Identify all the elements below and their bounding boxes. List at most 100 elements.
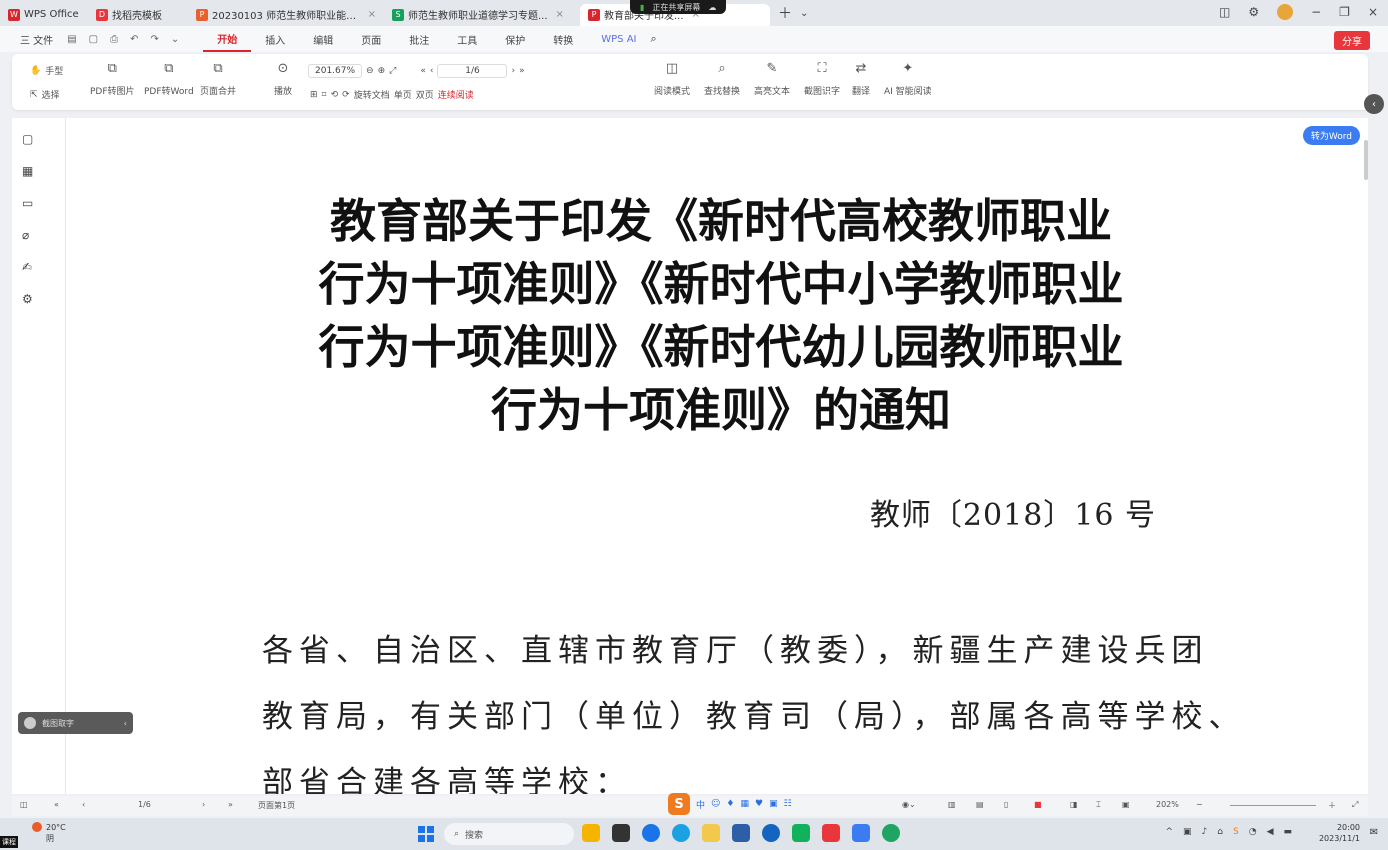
ime-keyboard-icon[interactable]: ▦	[740, 799, 749, 809]
chevron-down-icon[interactable]: ⌄	[171, 34, 179, 45]
rotate-right-icon[interactable]: ⟳	[342, 90, 350, 100]
windows-start-icon[interactable]	[418, 826, 434, 842]
tab-ppt-file[interactable]: P 20230103 师范生教师职业能力训练... ×	[188, 4, 384, 26]
double-view-icon[interactable]: ▤	[976, 800, 984, 809]
zoom-in-icon[interactable]: ＋	[1328, 800, 1336, 811]
menu-tools[interactable]: 工具	[443, 26, 491, 52]
book-view-icon[interactable]: ▯	[1004, 800, 1008, 809]
sogou-tray-icon[interactable]: S	[1233, 827, 1239, 837]
sogou-ime-icon[interactable]: S	[668, 793, 690, 815]
screen-share-indicator[interactable]: ▮ 正在共享屏幕 ☁	[630, 0, 727, 14]
app-blue-icon[interactable]	[762, 824, 780, 842]
ai-read-button[interactable]: ✦ AI 智能阅读	[884, 62, 932, 98]
rotate-left-icon[interactable]: ⟲	[331, 90, 339, 100]
menu-annotate[interactable]: 批注	[395, 26, 443, 52]
double-page-button[interactable]: 双页	[416, 88, 434, 101]
fit-page-icon[interactable]: ⤢	[389, 66, 396, 76]
chevron-up-icon[interactable]: ^	[1165, 827, 1173, 837]
translate-button[interactable]: ⇄ 翻译	[852, 62, 870, 98]
convert-to-word-button[interactable]: 转为Word	[1302, 126, 1360, 145]
notification-icon[interactable]: ✉	[1370, 827, 1378, 838]
last-page-icon[interactable]: »	[519, 66, 525, 76]
battery-icon[interactable]: ▬	[1283, 827, 1292, 837]
layout-icon[interactable]: ◫	[1219, 5, 1230, 19]
menu-edit[interactable]: 编辑	[299, 26, 347, 52]
file-explorer-icon[interactable]	[702, 824, 720, 842]
settings-icon[interactable]: ⚙	[22, 292, 33, 306]
task-view-icon[interactable]	[612, 824, 630, 842]
chevron-left-icon[interactable]: ‹	[124, 719, 127, 728]
ime-voice-icon[interactable]: ♦	[726, 799, 734, 809]
menu-insert[interactable]: 插入	[251, 26, 299, 52]
continuous-read-button[interactable]: 连续阅读	[438, 88, 474, 101]
app-green-icon[interactable]	[882, 824, 900, 842]
save-icon[interactable]: ▤	[67, 34, 76, 45]
share-button[interactable]: 分享	[1334, 31, 1370, 50]
print-icon[interactable]: ⎙	[110, 34, 118, 45]
fit-icon[interactable]: ◨	[1070, 800, 1078, 809]
comment-icon[interactable]: ▭	[22, 196, 33, 210]
page-view-icon[interactable]: ▣	[1122, 800, 1130, 809]
mic-icon[interactable]: ♪	[1202, 827, 1208, 837]
minimize-icon[interactable]: −	[1311, 5, 1321, 19]
play-button[interactable]: ⊙ 播放	[274, 62, 292, 98]
page-input[interactable]: 1/6	[437, 64, 508, 78]
zoom-slider[interactable]	[1230, 805, 1316, 806]
play-icon[interactable]: ■	[1034, 800, 1042, 809]
settings-icon[interactable]: ⚙	[1248, 5, 1259, 19]
network-icon[interactable]: ⌂	[1217, 827, 1223, 837]
menu-wps-ai[interactable]: WPS AI	[587, 26, 650, 52]
menu-home[interactable]: 开始	[203, 26, 252, 52]
clock[interactable]: 20:00 2023/11/1	[1319, 822, 1360, 844]
zoom-out-icon[interactable]: ⊖	[366, 66, 374, 76]
ime-emoji-icon[interactable]: ☺	[711, 799, 720, 809]
close-icon[interactable]: ×	[556, 9, 564, 20]
page-merge-button[interactable]: ⧉ 页面合并	[200, 62, 236, 98]
redo-icon[interactable]: ↷	[150, 34, 158, 45]
sidebar-toggle-icon[interactable]: ◫	[20, 800, 28, 809]
crop-icon[interactable]: ⌗	[322, 90, 327, 100]
last-page-icon[interactable]: »	[228, 800, 233, 809]
fullscreen-icon[interactable]: ⤢	[1352, 800, 1358, 810]
menu-file[interactable]: 三 文件	[20, 26, 67, 52]
prev-page-icon[interactable]: ‹	[82, 800, 85, 809]
thumbnail-icon[interactable]: ▦	[22, 164, 33, 178]
find-replace-button[interactable]: ⌕ 查找替换	[704, 62, 740, 98]
wechat-icon[interactable]	[792, 824, 810, 842]
fit-width-icon[interactable]: ⊞	[310, 90, 318, 100]
tab-xls-file[interactable]: S 师范生教师职业道德学习专题... ×	[384, 4, 580, 26]
eye-icon[interactable]: ◉⌄	[902, 800, 916, 809]
first-page-icon[interactable]: «	[54, 800, 59, 809]
attachment-icon[interactable]: ⌀	[22, 228, 29, 242]
menu-page[interactable]: 页面	[347, 26, 395, 52]
document-page[interactable]: 教育部关于印发《新时代高校教师职业 行为十项准则》《新时代中小学教师职业 行为十…	[66, 118, 1368, 794]
read-mode-button[interactable]: ◫ 阅读模式	[654, 62, 690, 98]
export-icon[interactable]: ▢	[89, 34, 98, 45]
screenshot-ocr-pill[interactable]: 截图取字 ‹	[18, 712, 133, 734]
zoom-input[interactable]: 201.67%	[308, 64, 363, 78]
chevron-down-icon[interactable]: ⌄	[800, 8, 808, 19]
store-icon[interactable]	[732, 824, 750, 842]
weather-widget[interactable]: 20°C 阴	[46, 822, 66, 844]
next-page-icon[interactable]: ›	[511, 66, 515, 76]
close-icon[interactable]: ×	[368, 9, 376, 20]
ime-menu-icon[interactable]: ☷	[784, 799, 792, 809]
single-page-button[interactable]: 单页	[394, 88, 412, 101]
vertical-scrollbar[interactable]	[1364, 140, 1368, 180]
menu-protect[interactable]: 保护	[491, 26, 539, 52]
next-page-icon[interactable]: ›	[202, 800, 205, 809]
single-view-icon[interactable]: ▥	[948, 800, 956, 809]
menu-convert[interactable]: 转换	[539, 26, 587, 52]
status-page-input[interactable]: 1/6	[138, 800, 151, 809]
ime-skin-icon[interactable]: ♥	[755, 799, 763, 809]
widgets-icon[interactable]	[582, 824, 600, 842]
select-tool[interactable]: ⇱ 选择	[30, 88, 60, 102]
volume-icon[interactable]: ◀	[1267, 827, 1274, 837]
tab-wps-office[interactable]: W WPS Office	[0, 4, 88, 26]
zoom-out-icon[interactable]: −	[1196, 800, 1203, 809]
ime-punct-icon[interactable]: 中	[696, 798, 705, 811]
status-zoom[interactable]: 202%	[1156, 800, 1179, 809]
meeting-icon[interactable]	[852, 824, 870, 842]
rotate-button[interactable]: 旋转文档	[354, 88, 390, 101]
tab-docer[interactable]: D 找稻壳模板	[88, 4, 188, 26]
